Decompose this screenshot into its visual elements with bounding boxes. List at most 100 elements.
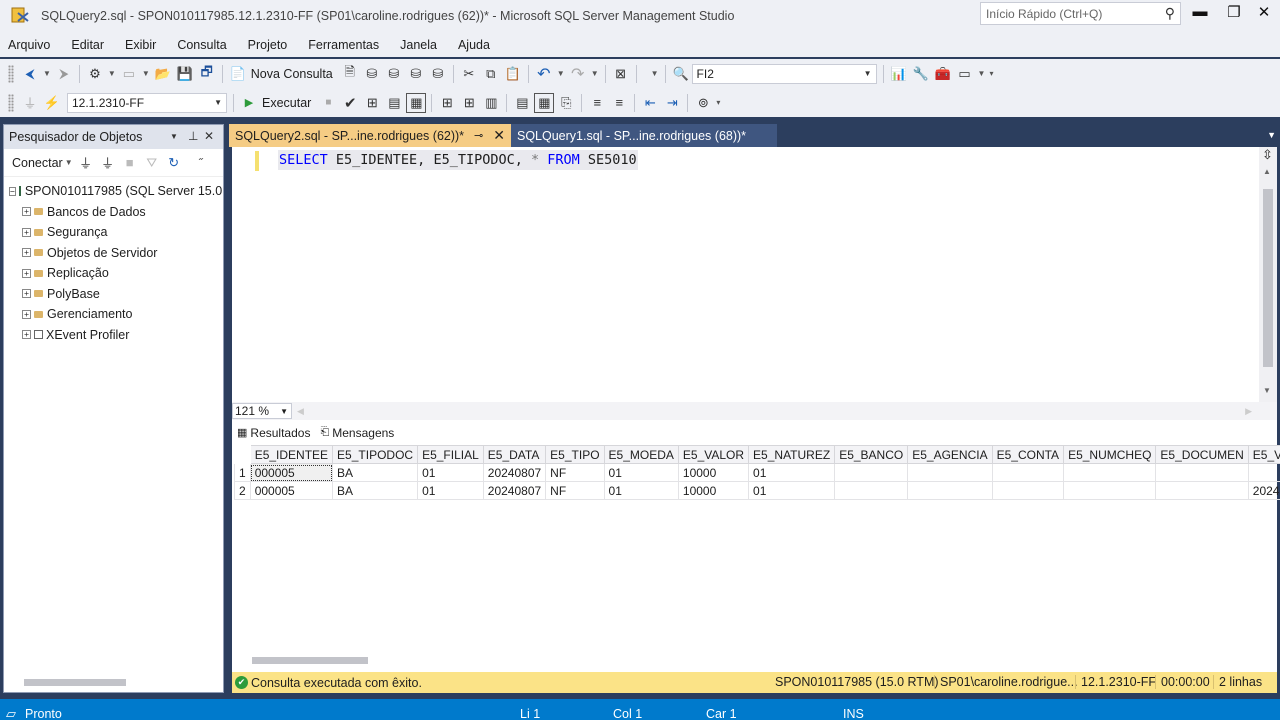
- tab-messages[interactable]: ⎗ Mensagens: [320, 426, 394, 440]
- tree-node-gerenciamento[interactable]: + Gerenciamento: [4, 304, 223, 325]
- table-cell[interactable]: NF: [545, 481, 605, 500]
- column-header[interactable]: E5_AGENCIA: [907, 445, 993, 464]
- activity-monitor-icon[interactable]: 📊: [889, 64, 909, 84]
- table-cell[interactable]: [1155, 463, 1249, 482]
- tab-results[interactable]: ▦ Resultados: [237, 426, 310, 440]
- column-header[interactable]: E5_FILIAL: [417, 445, 484, 464]
- column-header[interactable]: E5_NUMCHEQ: [1063, 445, 1157, 464]
- connect-plug-icon[interactable]: ⏚: [76, 153, 96, 173]
- table-cell[interactable]: 10000: [677, 481, 750, 500]
- minimize-button[interactable]: ▬: [1185, 3, 1215, 20]
- paste-icon[interactable]: 📋: [503, 64, 523, 84]
- results-to-file-icon[interactable]: ⎘: [556, 93, 576, 113]
- zoom-select[interactable]: 121 % ▼: [232, 403, 292, 419]
- scroll-right-icon[interactable]: ▶: [1245, 406, 1252, 417]
- menu-ajuda[interactable]: Ajuda: [458, 38, 490, 52]
- tab-sqlquery1[interactable]: SQLQuery1.sql - SP...ine.rodrigues (68))…: [511, 124, 777, 147]
- save-all-icon[interactable]: 🗗: [197, 64, 217, 84]
- copy-icon[interactable]: ⧉: [481, 64, 501, 84]
- undo-icon[interactable]: ↶: [534, 64, 554, 84]
- mdx-query-icon[interactable]: ⛁: [362, 64, 382, 84]
- expand-icon[interactable]: +: [22, 309, 31, 319]
- filter-icon[interactable]: ⛛: [142, 153, 162, 173]
- results-grid[interactable]: E5_IDENTEE E5_TIPODOC E5_FILIAL E5_DATA …: [234, 445, 1280, 500]
- add-item-icon[interactable]: ▭: [119, 64, 139, 84]
- panel-menu-icon[interactable]: ▼: [170, 132, 178, 141]
- restore-button[interactable]: ❐: [1219, 3, 1249, 21]
- table-cell[interactable]: [1063, 463, 1157, 482]
- tree-node-polybase[interactable]: + PolyBase: [4, 284, 223, 305]
- expand-icon[interactable]: +: [22, 289, 31, 299]
- menu-arquivo[interactable]: Arquivo: [8, 38, 50, 52]
- specify-template-values-icon[interactable]: ⊚: [693, 93, 713, 113]
- tree-server-node[interactable]: − SPON010117985 (SQL Server 15.0.: [4, 181, 223, 202]
- column-header[interactable]: E5_DOCUMEN: [1155, 445, 1249, 464]
- parse-check-icon[interactable]: ✔: [340, 93, 360, 113]
- table-cell[interactable]: 01: [417, 481, 484, 500]
- column-header[interactable]: E5_NATUREZ: [748, 445, 836, 464]
- connect-button[interactable]: Conectar: [12, 156, 63, 170]
- table-cell[interactable]: [834, 481, 909, 500]
- dmx-query-icon[interactable]: ⛁: [384, 64, 404, 84]
- column-header[interactable]: E5_VALOR: [677, 445, 750, 464]
- toolbar-options-icon[interactable]: ▾: [989, 69, 993, 78]
- more-icon[interactable]: ˝: [199, 156, 203, 170]
- live-stats-icon[interactable]: ⊞: [459, 93, 479, 113]
- table-cell[interactable]: 20240807: [482, 481, 547, 500]
- pin-icon[interactable]: ⊸: [474, 129, 483, 142]
- close-window-button[interactable]: ✕: [1249, 3, 1279, 21]
- column-header[interactable]: E5_MOEDA: [603, 445, 679, 464]
- table-cell[interactable]: [834, 463, 909, 482]
- scroll-left-icon[interactable]: ◀: [297, 406, 304, 417]
- increase-indent-icon[interactable]: ⇥: [662, 93, 682, 113]
- connect-dropdown-icon[interactable]: ▼: [65, 158, 73, 167]
- split-icon[interactable]: ⇳: [1262, 147, 1273, 163]
- table-cell[interactable]: [991, 481, 1065, 500]
- toolbar-options-icon[interactable]: ▾: [716, 98, 720, 107]
- query-options-icon[interactable]: ▤: [384, 93, 404, 113]
- execute-play-icon[interactable]: ▶: [239, 93, 259, 113]
- table-cell[interactable]: 20240807: [482, 463, 547, 482]
- output-window-icon[interactable]: ▭: [955, 64, 975, 84]
- column-header[interactable]: E5_TIPODOC: [332, 445, 419, 464]
- forward-icon[interactable]: ⮞: [54, 64, 74, 84]
- close-panel-icon[interactable]: ✕: [204, 129, 214, 143]
- menu-editar[interactable]: Editar: [71, 38, 104, 52]
- database-engine-query-icon[interactable]: 🗎: [340, 64, 360, 84]
- tree-node-replicacao[interactable]: + Replicação: [4, 263, 223, 284]
- disconnect-icon[interactable]: ⏚: [98, 153, 118, 173]
- client-stats-icon[interactable]: ▥: [481, 93, 501, 113]
- column-header[interactable]: E5_VENCT: [1247, 445, 1280, 464]
- database-select[interactable]: 12.1.2310-FF ▼: [67, 92, 227, 113]
- uncomment-icon[interactable]: ≡: [609, 93, 629, 113]
- table-cell[interactable]: NF: [545, 463, 605, 482]
- tree-node-objetos-de-servidor[interactable]: + Objetos de Servidor: [4, 243, 223, 264]
- solution-config-select[interactable]: FI2 ▼: [691, 63, 877, 84]
- scroll-down-icon[interactable]: ▼: [1263, 386, 1271, 395]
- table-cell[interactable]: [991, 463, 1065, 482]
- tab-list-dropdown-icon[interactable]: ▼: [1267, 130, 1276, 140]
- back-icon[interactable]: ⮜: [20, 64, 40, 84]
- table-cell[interactable]: 000005: [249, 463, 334, 482]
- refresh-icon[interactable]: ↻: [164, 153, 184, 173]
- horizontal-scrollbar[interactable]: [24, 679, 126, 686]
- table-cell[interactable]: [907, 481, 993, 500]
- pin-icon[interactable]: ⊥: [188, 129, 198, 143]
- table-cell[interactable]: 01: [748, 481, 836, 500]
- connect-icon[interactable]: ⏚: [20, 93, 40, 113]
- undo-dropdown-icon[interactable]: ▼: [557, 69, 565, 78]
- find-in-files-icon[interactable]: 🔍: [671, 64, 691, 84]
- save-icon[interactable]: 💾: [175, 64, 195, 84]
- column-header[interactable]: E5_CONTA: [991, 445, 1065, 464]
- cut-icon[interactable]: ✂: [459, 64, 479, 84]
- back-dropdown-icon[interactable]: ▼: [43, 69, 51, 78]
- column-header[interactable]: E5_DATA: [482, 445, 547, 464]
- redo-icon[interactable]: ↷: [568, 64, 588, 84]
- row-number[interactable]: 1: [234, 463, 251, 482]
- scroll-up-icon[interactable]: ▲: [1263, 167, 1271, 176]
- menu-consulta[interactable]: Consulta: [177, 38, 226, 52]
- table-cell[interactable]: 20240807: [1247, 481, 1280, 500]
- close-tab-icon[interactable]: ✕: [493, 127, 505, 144]
- add-item-dropdown-icon[interactable]: ▼: [142, 69, 150, 78]
- sql-line-1[interactable]: SELECT E5_IDENTEE, E5_TIPODOC, * FROM SE…: [278, 150, 638, 170]
